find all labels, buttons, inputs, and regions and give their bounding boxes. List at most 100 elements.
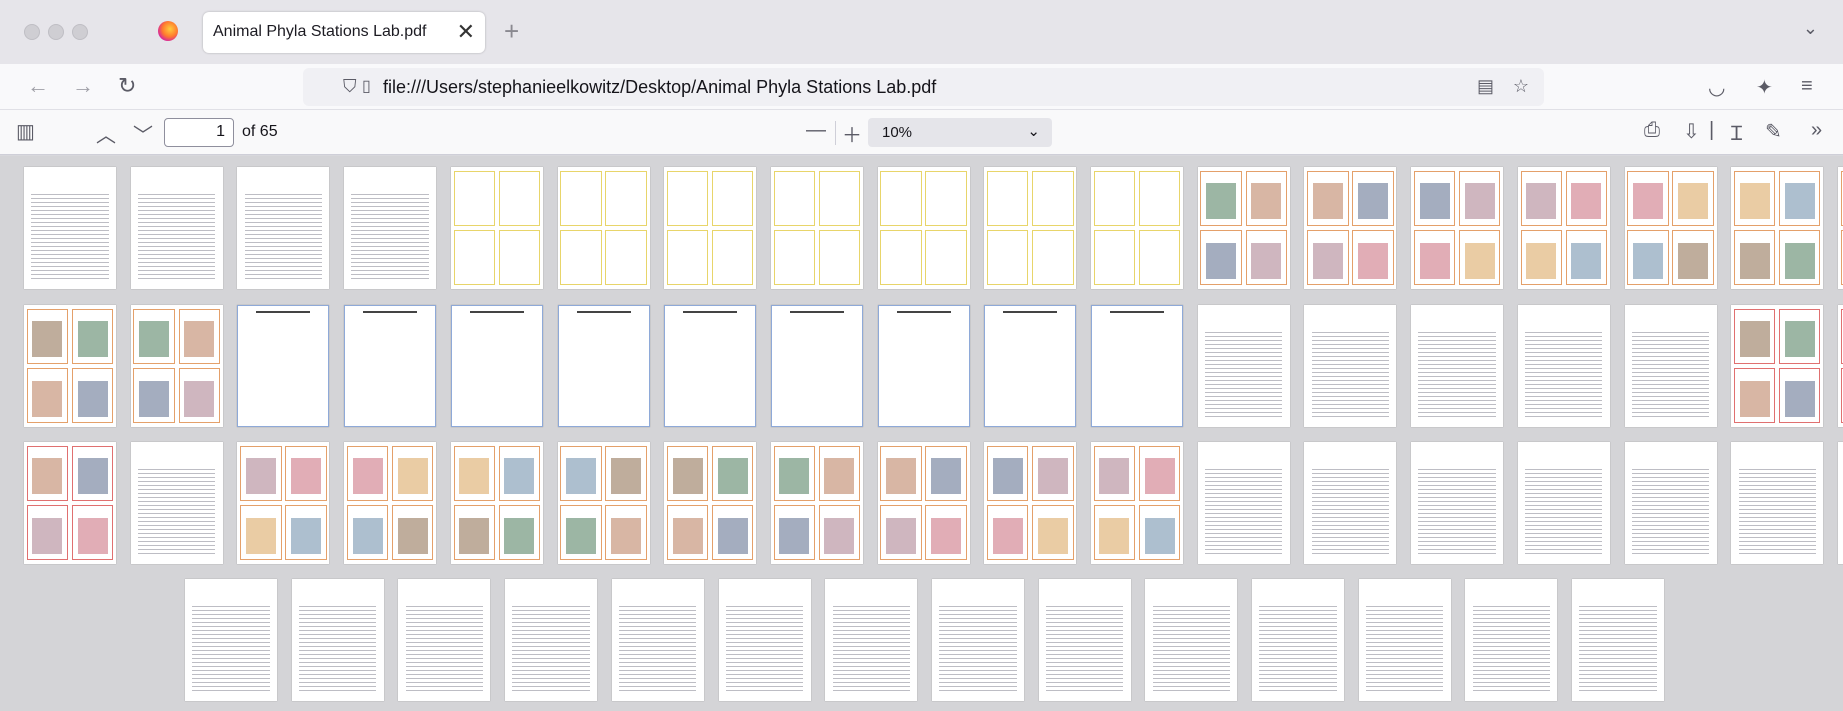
page-thumbnail[interactable] — [291, 579, 384, 701]
page-thumbnail[interactable] — [1465, 579, 1558, 701]
page-thumbnail[interactable] — [931, 579, 1024, 701]
page-thumbnail[interactable] — [1145, 579, 1238, 701]
page-thumbnail[interactable] — [237, 442, 330, 564]
page-thumbnail[interactable] — [1411, 167, 1504, 289]
card-image — [1099, 458, 1130, 495]
page-thumbnail[interactable] — [1091, 442, 1183, 564]
draw-icon[interactable]: ✎ — [1765, 119, 1782, 144]
page-thumbnail[interactable] — [984, 442, 1077, 564]
page-thumbnail[interactable] — [130, 305, 223, 427]
page-thumbnail[interactable] — [984, 305, 1077, 427]
shield-icon[interactable]: ⛉ — [343, 76, 357, 97]
close-window-button[interactable] — [24, 24, 40, 40]
page-thumbnail[interactable] — [24, 442, 116, 564]
page-thumbnail[interactable] — [557, 305, 650, 427]
page-thumbnail[interactable] — [185, 579, 277, 701]
list-all-tabs-icon[interactable]: ⌄ — [1803, 18, 1818, 39]
page-thumbnail[interactable] — [664, 167, 757, 289]
menu-icon[interactable]: ≡ — [1801, 75, 1813, 98]
page-thumbnail[interactable] — [877, 442, 970, 564]
url-bar[interactable]: ⛉ ▯ file:///Users/stephanieelkowitz/Desk… — [303, 68, 1544, 106]
page-thumbnail[interactable] — [450, 305, 543, 427]
page-thumbnail[interactable] — [1624, 442, 1717, 564]
reader-view-icon[interactable]: ▤ — [1477, 76, 1494, 97]
page-thumbnail[interactable] — [1197, 442, 1290, 564]
page-thumbnail[interactable] — [770, 167, 863, 289]
page-thumbnail[interactable] — [1517, 442, 1610, 564]
page-thumbnail[interactable] — [1411, 442, 1504, 564]
previous-page-icon[interactable]: ︿ — [96, 119, 116, 148]
page-thumbnail[interactable] — [130, 167, 223, 289]
page-thumbnail[interactable] — [611, 579, 704, 701]
more-tools-icon[interactable]: » — [1811, 119, 1822, 142]
next-page-icon[interactable]: ﹀ — [133, 119, 153, 148]
page-thumbnail[interactable] — [664, 442, 757, 564]
pdf-viewer[interactable] — [0, 156, 1843, 711]
page-thumbnail[interactable] — [344, 167, 437, 289]
zoom-select[interactable]: 10% ⌄ — [868, 118, 1052, 147]
page-thumbnail[interactable] — [1572, 579, 1665, 701]
reload-icon[interactable]: ↻ — [118, 73, 136, 99]
page-thumbnail[interactable] — [557, 167, 650, 289]
new-tab-button[interactable]: + — [504, 16, 519, 47]
page-thumbnail[interactable] — [130, 442, 223, 564]
page-thumbnail[interactable] — [984, 167, 1077, 289]
page-thumbnail[interactable] — [344, 305, 437, 427]
url-text[interactable]: file:///Users/stephanieelkowitz/Desktop/… — [383, 77, 936, 98]
back-icon[interactable]: ← — [27, 73, 49, 99]
page-thumbnail[interactable] — [237, 167, 330, 289]
page-thumbnail[interactable] — [1837, 305, 1843, 427]
save-icon[interactable]: ⇩ — [1683, 119, 1700, 144]
page-thumbnail[interactable] — [1624, 167, 1717, 289]
page-thumbnail[interactable] — [1304, 167, 1397, 289]
page-thumbnail[interactable] — [557, 442, 650, 564]
minimize-window-button[interactable] — [48, 24, 64, 40]
page-thumbnail[interactable] — [1038, 579, 1131, 701]
page-thumbnail[interactable] — [1731, 305, 1824, 427]
page-thumbnail[interactable] — [450, 442, 543, 564]
page-thumbnail[interactable] — [1411, 305, 1504, 427]
page-thumbnail[interactable] — [398, 579, 491, 701]
zoom-out-icon[interactable]: — — [806, 119, 826, 142]
page-thumbnail[interactable] — [718, 579, 811, 701]
page-thumbnail[interactable] — [1358, 579, 1451, 701]
bookmark-star-icon[interactable]: ☆ — [1513, 76, 1529, 97]
zoom-window-button[interactable] — [72, 24, 88, 40]
zoom-in-icon[interactable]: ＋ — [842, 119, 862, 148]
page-thumbnail[interactable] — [450, 167, 543, 289]
tab-pdf[interactable]: Animal Phyla Stations Lab.pdf ✕ — [203, 12, 485, 53]
text-tool-icon[interactable]: Ɪ — [1731, 119, 1742, 146]
page-thumbnail[interactable] — [1517, 167, 1610, 289]
page-thumbnail[interactable] — [1304, 305, 1397, 427]
extensions-icon[interactable]: ✦ — [1756, 75, 1773, 100]
page-thumbnail[interactable] — [1091, 167, 1183, 289]
page-thumbnail[interactable] — [877, 305, 970, 427]
page-thumbnail[interactable] — [1091, 305, 1183, 427]
page-thumbnail[interactable] — [1837, 442, 1843, 564]
forward-icon[interactable]: → — [72, 73, 94, 99]
page-thumbnail[interactable] — [1517, 305, 1610, 427]
page-thumbnail[interactable] — [24, 167, 116, 289]
page-thumbnail[interactable] — [1252, 579, 1344, 701]
page-thumbnail[interactable] — [24, 305, 116, 427]
page-thumbnail[interactable] — [664, 305, 757, 427]
page-thumbnail[interactable] — [237, 305, 330, 427]
page-thumbnail[interactable] — [1197, 167, 1290, 289]
page-thumbnail[interactable] — [770, 305, 863, 427]
page-thumbnail[interactable] — [1731, 167, 1824, 289]
close-tab-icon[interactable]: ✕ — [457, 19, 475, 45]
page-thumbnail[interactable] — [1304, 442, 1397, 564]
sidebar-toggle-icon[interactable]: ▥ — [16, 119, 35, 144]
page-thumbnail[interactable] — [770, 442, 863, 564]
page-thumbnail[interactable] — [1731, 442, 1824, 564]
pocket-icon[interactable]: ◡ — [1708, 75, 1725, 100]
page-thumbnail[interactable] — [877, 167, 970, 289]
page-thumbnail[interactable] — [1837, 167, 1843, 289]
page-thumbnail[interactable] — [1624, 305, 1717, 427]
page-number-input[interactable]: 1 — [164, 118, 234, 147]
print-icon[interactable]: ⎙ — [1644, 119, 1660, 142]
page-thumbnail[interactable] — [505, 579, 598, 701]
page-thumbnail[interactable] — [825, 579, 918, 701]
page-thumbnail[interactable] — [344, 442, 437, 564]
page-thumbnail[interactable] — [1197, 305, 1290, 427]
